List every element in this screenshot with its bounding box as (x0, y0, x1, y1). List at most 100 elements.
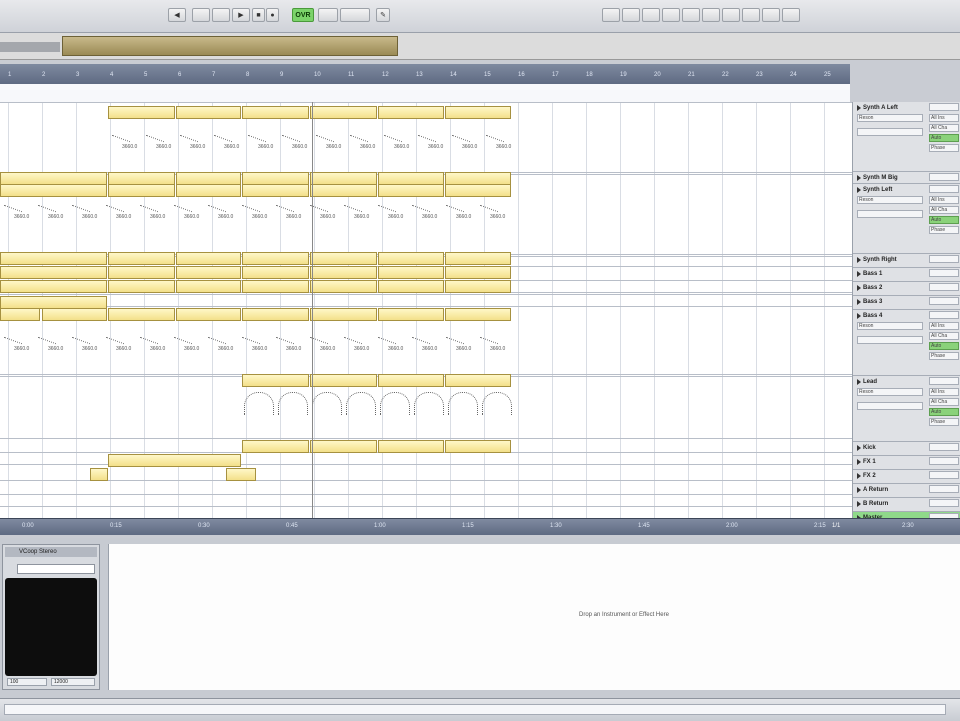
back-button[interactable]: ◀ (168, 8, 186, 22)
midi-clip[interactable] (310, 266, 377, 279)
track-chooser[interactable] (857, 210, 923, 218)
track-activator[interactable] (929, 311, 959, 319)
midi-clip[interactable] (242, 280, 309, 293)
transport-button[interactable]: OVR (292, 8, 314, 22)
track-activator[interactable] (929, 283, 959, 291)
midi-clip[interactable] (108, 454, 241, 467)
midi-clip[interactable] (226, 468, 256, 481)
expand-arrow-icon[interactable] (857, 487, 861, 493)
track-name[interactable]: Bass 3 (857, 297, 927, 307)
track-header-fx-2[interactable]: FX 2 (853, 470, 960, 484)
toolbar-button[interactable] (702, 8, 720, 22)
midi-clip[interactable] (310, 308, 377, 321)
transport-button[interactable] (318, 8, 338, 22)
track-io-field[interactable]: Reson (857, 322, 923, 330)
expand-arrow-icon[interactable] (857, 175, 861, 181)
device-param-right[interactable]: 12000 (51, 678, 95, 686)
midi-clip[interactable] (378, 374, 444, 387)
toolbar-button[interactable] (622, 8, 640, 22)
midi-clip[interactable] (90, 468, 108, 481)
expand-arrow-icon[interactable] (857, 105, 861, 111)
midi-clip[interactable] (242, 252, 309, 265)
expand-arrow-icon[interactable] (857, 299, 861, 305)
time-ruler-bottom[interactable]: 1/1 0:00 0:15 0:30 0:45 1:00 1:15 1:30 1:45 2:00… (0, 518, 960, 535)
track-io-field[interactable]: Reson (857, 196, 923, 204)
track-io-field[interactable]: All Ins (929, 114, 959, 122)
track-header-a-return[interactable]: A Return (853, 484, 960, 498)
track-activator[interactable] (929, 185, 959, 193)
track-activator[interactable] (929, 297, 959, 305)
expand-arrow-icon[interactable] (857, 459, 861, 465)
midi-clip[interactable] (242, 266, 309, 279)
track-name[interactable]: B Return (857, 499, 927, 509)
track-name[interactable]: Bass 2 (857, 283, 927, 293)
track-activator[interactable] (929, 173, 959, 181)
midi-clip[interactable] (445, 308, 511, 321)
track-header-bass-2[interactable]: Bass 2 (853, 282, 960, 296)
midi-clip[interactable] (0, 266, 107, 279)
track-activator[interactable] (929, 269, 959, 277)
track-name[interactable]: Synth Left (857, 185, 927, 195)
expand-arrow-icon[interactable] (857, 285, 861, 291)
track-activator[interactable] (929, 471, 959, 479)
track-activator[interactable] (929, 103, 959, 111)
expand-arrow-icon[interactable] (857, 473, 861, 479)
midi-clip[interactable] (176, 252, 241, 265)
midi-clip[interactable] (445, 106, 511, 119)
midi-clip[interactable] (242, 308, 309, 321)
expand-arrow-icon[interactable] (857, 313, 861, 319)
toolbar-button[interactable] (682, 8, 700, 22)
midi-clip[interactable] (176, 184, 241, 197)
track-io-field[interactable]: Auto (929, 408, 959, 416)
arrangement-view[interactable]: 3660.0 3660.0 3660.0 3660.0 3660.0 3660.0 3660… (0, 102, 852, 518)
midi-clip[interactable] (310, 280, 377, 293)
track-name[interactable]: Kick (857, 443, 927, 453)
pencil-button[interactable]: ✎ (376, 8, 390, 22)
track-name[interactable]: Synth M Big (857, 173, 927, 183)
expand-arrow-icon[interactable] (857, 445, 861, 451)
track-name[interactable]: FX 1 (857, 457, 927, 467)
track-io-field[interactable]: All Ins (929, 322, 959, 330)
midi-clip[interactable] (445, 440, 511, 453)
midi-clip[interactable] (378, 440, 444, 453)
play-button[interactable]: ▶ (232, 8, 250, 22)
midi-clip[interactable] (0, 184, 107, 197)
toolbar-button[interactable] (782, 8, 800, 22)
midi-clip[interactable] (108, 106, 175, 119)
midi-clip[interactable] (176, 266, 241, 279)
track-name[interactable]: Bass 4 (857, 311, 927, 321)
toolbar-button[interactable] (642, 8, 660, 22)
expand-arrow-icon[interactable] (857, 501, 861, 507)
midi-clip[interactable] (242, 184, 309, 197)
toolbar-button[interactable] (762, 8, 780, 22)
track-io-field[interactable]: All Ins (929, 196, 959, 204)
track-header-bass-1[interactable]: Bass 1 (853, 268, 960, 282)
track-name[interactable]: FX 2 (857, 471, 927, 481)
track-activator[interactable] (929, 255, 959, 263)
toolbar-button[interactable] (662, 8, 680, 22)
midi-clip[interactable] (310, 106, 377, 119)
midi-clip[interactable] (42, 308, 107, 321)
midi-clip[interactable] (242, 440, 309, 453)
midi-clip[interactable] (108, 184, 175, 197)
midi-clip[interactable] (176, 106, 241, 119)
track-chooser[interactable] (857, 402, 923, 410)
track-io-field[interactable]: Phase (929, 144, 959, 152)
midi-clip[interactable] (445, 280, 511, 293)
midi-clip[interactable] (108, 308, 175, 321)
track-name[interactable]: A Return (857, 485, 927, 495)
track-header-synth-left[interactable]: Synth Left All Ins Reson All Cha Auto Phase (853, 184, 960, 254)
midi-clip[interactable] (310, 252, 377, 265)
midi-clip[interactable] (108, 266, 175, 279)
track-header-bass-3[interactable]: Bass 3 (853, 296, 960, 310)
track-io-field[interactable]: All Ins (929, 388, 959, 396)
track-header-synth-right[interactable]: Synth Right (853, 254, 960, 268)
expand-arrow-icon[interactable] (857, 187, 861, 193)
midi-clip[interactable] (0, 308, 40, 321)
transport-button[interactable] (340, 8, 370, 22)
record-button[interactable]: ● (266, 8, 279, 22)
midi-clip[interactable] (378, 184, 444, 197)
track-header-bass-4[interactable]: Bass 4 All Ins Reson All Cha Auto Phase (853, 310, 960, 376)
midi-clip[interactable] (108, 252, 175, 265)
expand-arrow-icon[interactable] (857, 379, 861, 385)
